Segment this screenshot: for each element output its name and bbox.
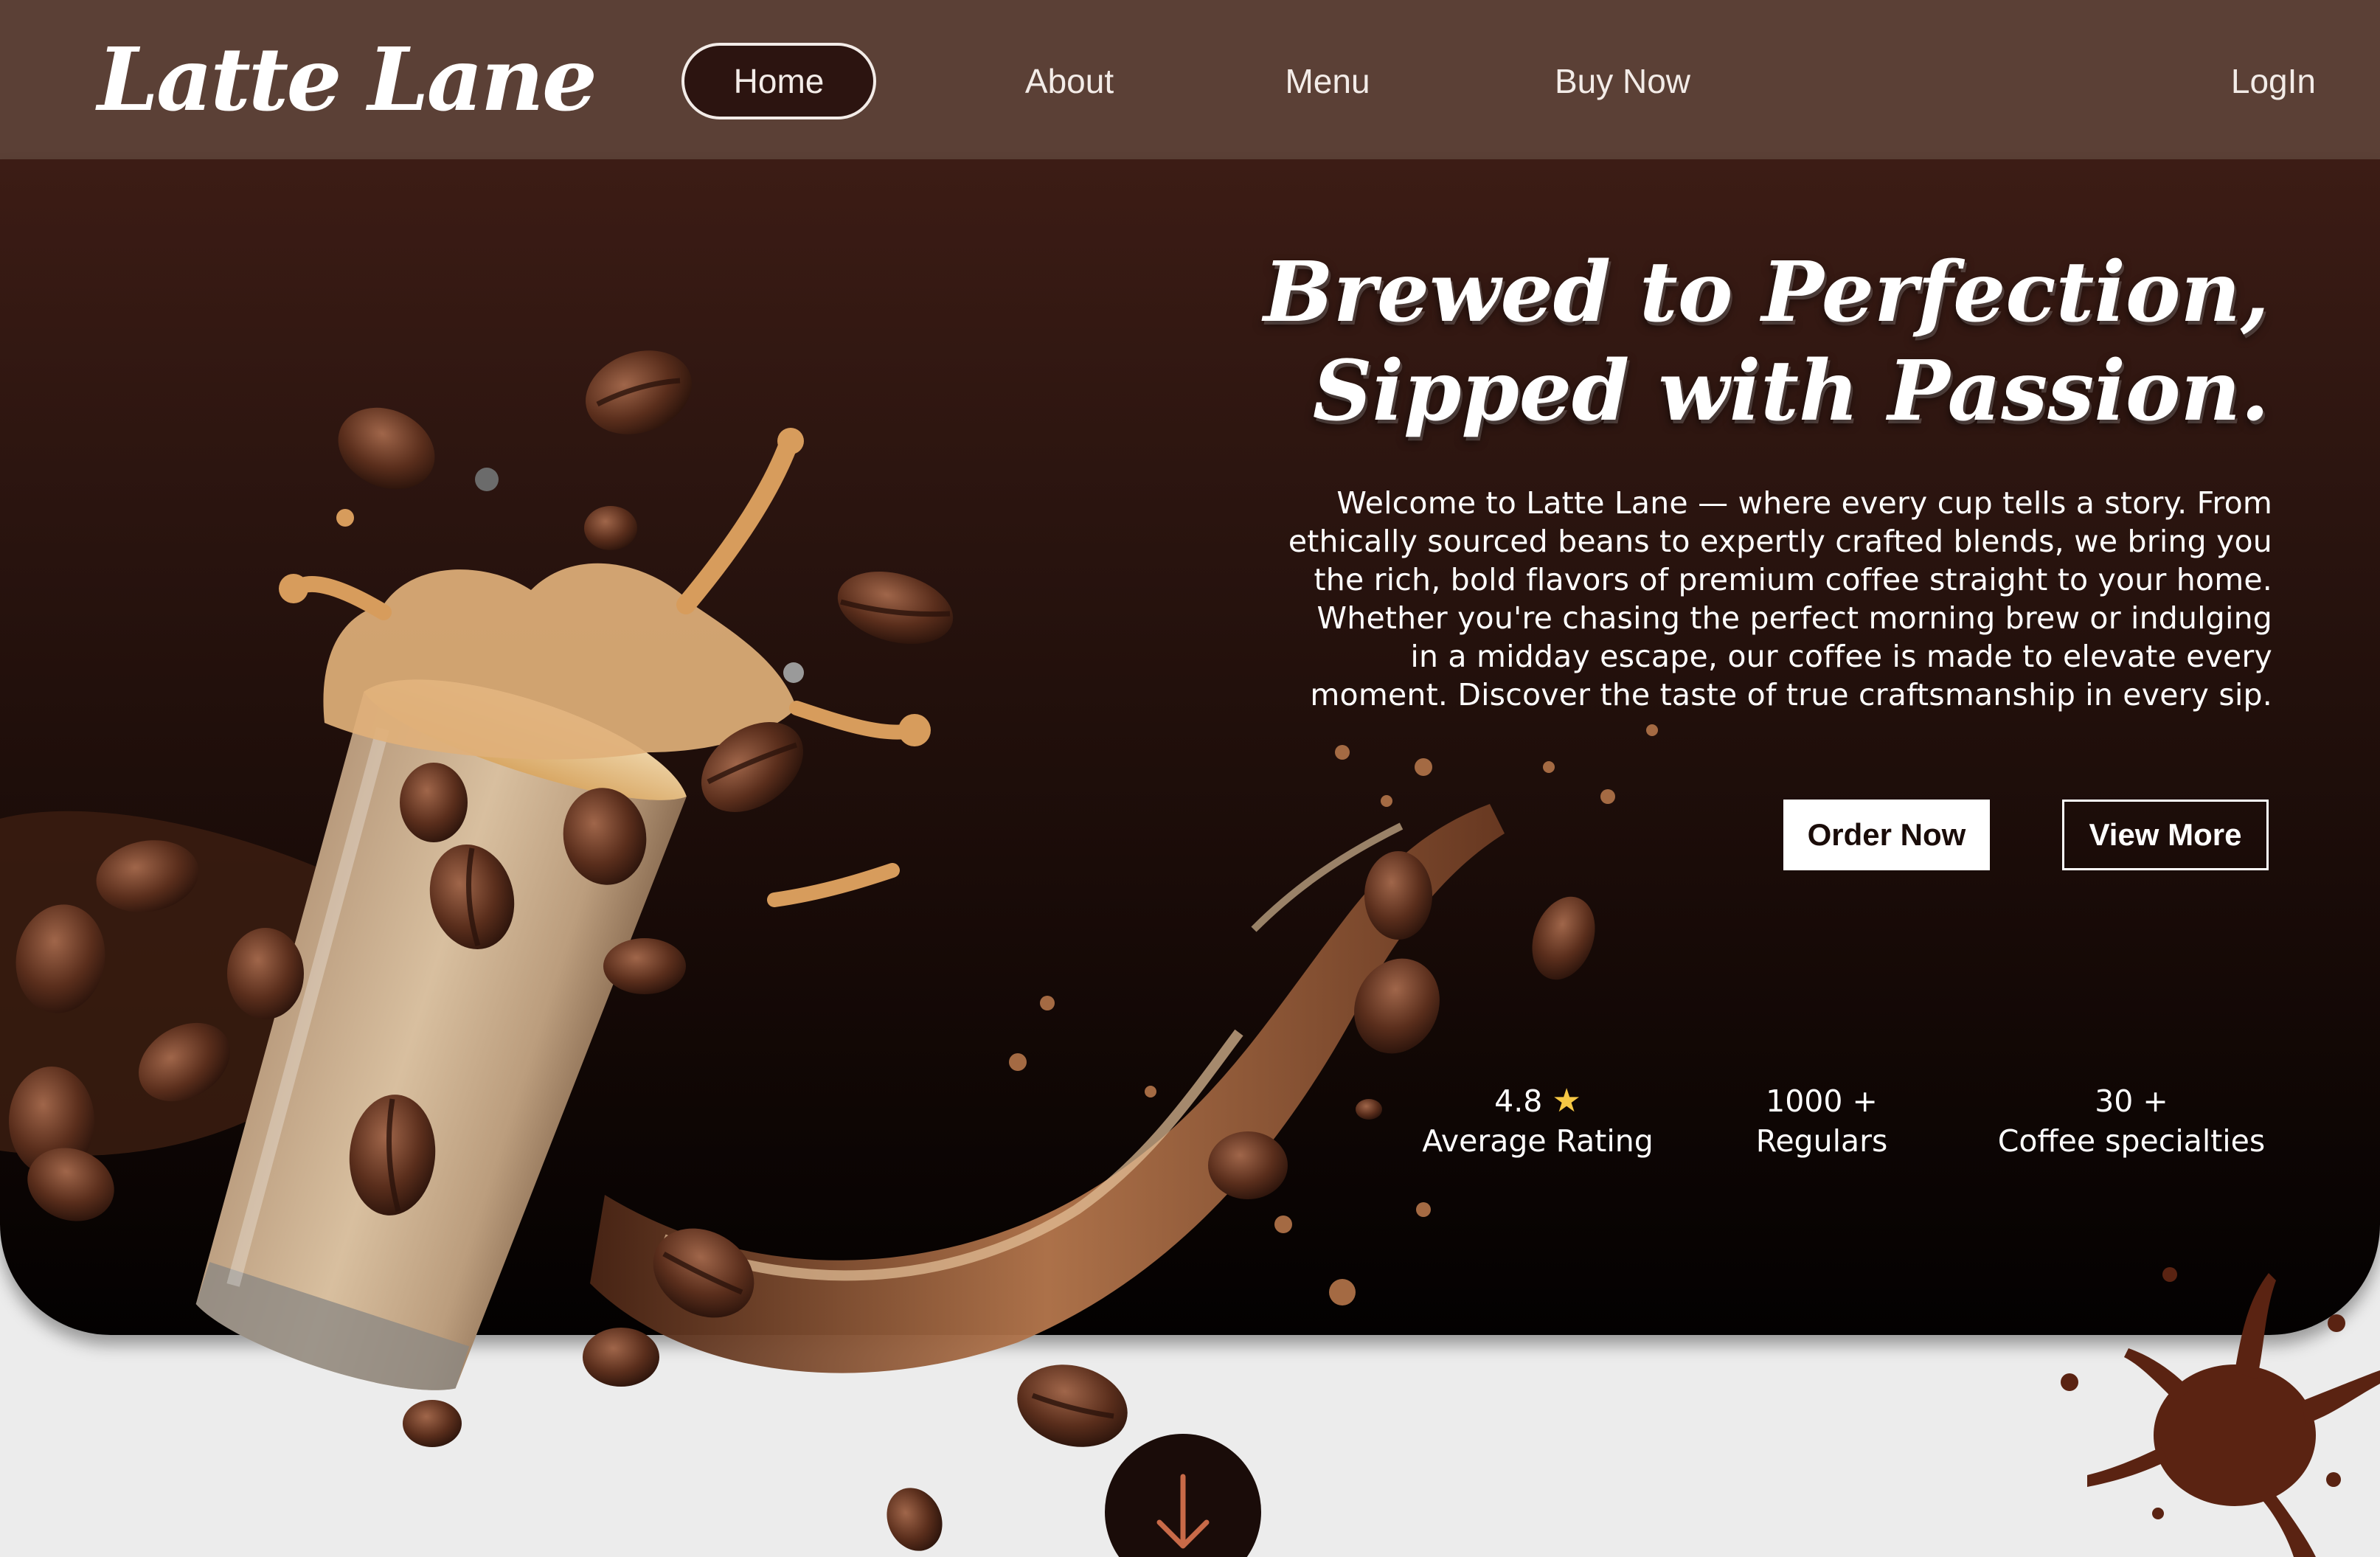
- stat-average-rating: 4.8 ★ Average Rating: [1409, 1081, 1667, 1161]
- intro-line: the rich, bold flavors of premium coffee…: [1314, 562, 2272, 597]
- stat-regulars: 1000 + Regulars: [1696, 1081, 1947, 1161]
- hero-headline: Brewed to Perfection, Sipped with Passio…: [1237, 243, 2269, 441]
- coffee-splash-illustration: [0, 350, 2380, 1557]
- headline-line-2: Sipped with Passion.: [1312, 343, 2269, 440]
- intro-line: Whether you're chasing the perfect morni…: [1316, 600, 2272, 636]
- star-icon: ★: [1552, 1082, 1581, 1120]
- stat-specialties-value: 30 +: [2095, 1083, 2168, 1119]
- landing-page: Latte Lane Home About Menu Buy Now LogIn: [0, 0, 2380, 1557]
- hero-intro-paragraph: Welcome to Latte Lane — where every cup …: [1240, 484, 2272, 714]
- stat-rating-label: Average Rating: [1422, 1123, 1654, 1159]
- stat-specialties-label: Coffee specialties: [1997, 1123, 2266, 1159]
- stat-regulars-label: Regulars: [1755, 1123, 1888, 1159]
- intro-line: ethically sourced beans to expertly craf…: [1288, 524, 2272, 559]
- intro-line: moment. Discover the taste of true craft…: [1310, 677, 2272, 712]
- view-more-button[interactable]: View More: [2062, 800, 2269, 870]
- order-now-button[interactable]: Order Now: [1783, 800, 1990, 870]
- stat-regulars-value: 1000 +: [1766, 1083, 1878, 1119]
- intro-line: in a midday escape, our coffee is made t…: [1410, 639, 2272, 674]
- headline-line-1: Brewed to Perfection,: [1263, 244, 2269, 341]
- stat-coffee-specialties: 30 + Coffee specialties: [1977, 1081, 2286, 1161]
- stat-rating-value: 4.8: [1494, 1083, 1543, 1119]
- arrow-down-icon: [1156, 1474, 1210, 1549]
- intro-line: Welcome to Latte Lane — where every cup …: [1336, 485, 2272, 521]
- chocolate-splat: [2061, 1267, 2380, 1557]
